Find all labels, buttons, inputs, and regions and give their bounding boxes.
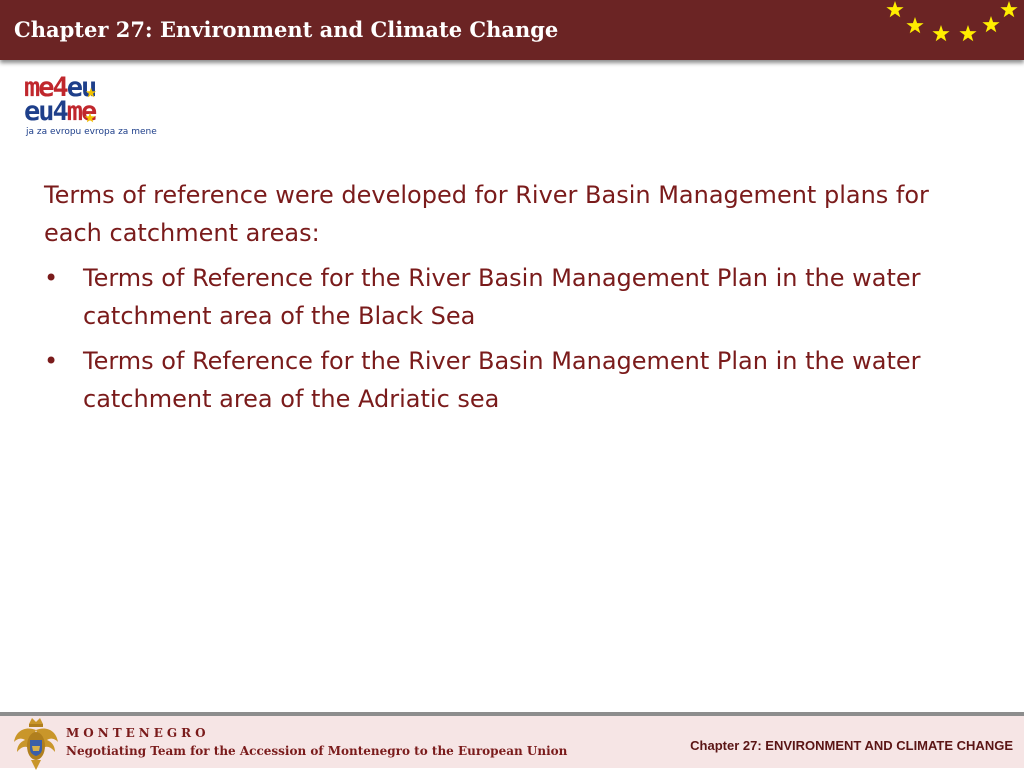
logo-tagline: ja za evropu evropa za mene <box>26 127 157 137</box>
eu-star-icon <box>906 17 924 34</box>
list-item: • Terms of Reference for the River Basin… <box>44 342 964 418</box>
montenegro-coat-of-arms-icon <box>14 718 58 770</box>
eu-star-icon <box>1000 1 1018 18</box>
logo-star-icon <box>84 112 96 123</box>
logo-star-icon <box>85 87 97 98</box>
footer-bar: MONTENEGRO Negotiating Team for the Acce… <box>0 712 1024 770</box>
bullet-list: • Terms of Reference for the River Basin… <box>44 259 964 418</box>
bullet-icon: • <box>44 264 59 292</box>
footer-subtitle: Negotiating Team for the Accession of Mo… <box>66 744 568 758</box>
eu-star-icon <box>886 1 904 18</box>
slide-body: Terms of reference were developed for Ri… <box>44 176 964 418</box>
logo-text-eu4: eu4 <box>24 96 69 127</box>
intro-text: Terms of reference were developed for Ri… <box>44 181 929 247</box>
eu-stars <box>870 0 1024 60</box>
me4eu-logo: me4eu eu4me ja za evropu evropa za mene <box>24 74 157 144</box>
list-item: • Terms of Reference for the River Basin… <box>44 259 964 335</box>
eu-star-icon <box>959 25 977 42</box>
list-item-text: Terms of Reference for the River Basin M… <box>83 264 921 330</box>
list-item-text: Terms of Reference for the River Basin M… <box>83 347 921 413</box>
page-title: Chapter 27: Environment and Climate Chan… <box>14 17 559 42</box>
footer-country: MONTENEGRO <box>66 726 210 740</box>
bullet-icon: • <box>44 347 59 375</box>
footer-chapter-label: Chapter 27: ENVIRONMENT AND CLIMATE CHAN… <box>690 738 1013 753</box>
header-bar: Chapter 27: Environment and Climate Chan… <box>0 0 1024 60</box>
eu-star-icon <box>932 25 950 42</box>
